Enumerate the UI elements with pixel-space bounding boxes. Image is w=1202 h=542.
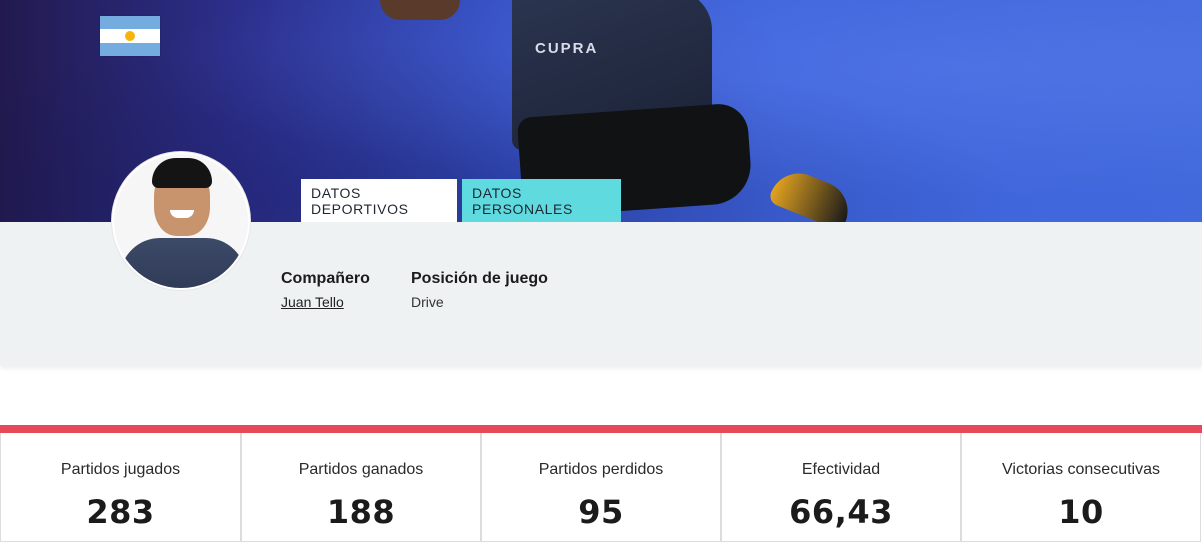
stat-value: 188 [326,493,396,531]
posicion-value: Drive [411,294,444,310]
shirt-logo: CUPRA [535,40,599,57]
stat-label: Efectividad [801,461,881,478]
stat-victorias-consecutivas: Victorias consecutivas 10 [961,433,1201,542]
sun-icon [125,31,135,42]
stat-value: 66,43 [789,493,893,531]
stat-label: Victorias consecutivas [1002,461,1160,478]
stat-value: 283 [86,493,155,531]
stat-label: Partidos jugados [60,461,181,478]
stat-partidos-ganados: Partidos ganados 188 [241,433,481,542]
posicion-label: Posición de juego [411,270,548,287]
companero-link[interactable]: Juan Tello [281,294,370,310]
stat-label: Partidos ganados [298,461,424,478]
stat-value: 10 [1058,493,1104,531]
posicion-field: Posición de juego Drive [411,270,548,310]
stat-efectividad: Efectividad 66,43 [721,433,961,542]
profile-tabs: DATOS DEPORTIVOS DATOS PERSONALES [301,179,621,222]
stats-accent-bar [0,425,1202,433]
companero-field: Compañero Juan Tello [281,270,370,310]
player-avatar [112,152,250,290]
stat-value: 95 [578,493,624,531]
stat-partidos-perdidos: Partidos perdidos 95 [481,433,721,542]
tab-datos-personales[interactable]: DATOS PERSONALES [462,179,621,222]
stat-label: Partidos perdidos [538,461,664,478]
companero-label: Compañero [281,270,370,287]
argentina-flag-icon [100,16,160,56]
stats-row: Partidos jugados 283 Partidos ganados 18… [0,433,1202,542]
tab-datos-deportivos[interactable]: DATOS DEPORTIVOS [301,179,457,222]
player-arm [380,0,460,20]
stat-partidos-jugados: Partidos jugados 283 [0,433,241,542]
